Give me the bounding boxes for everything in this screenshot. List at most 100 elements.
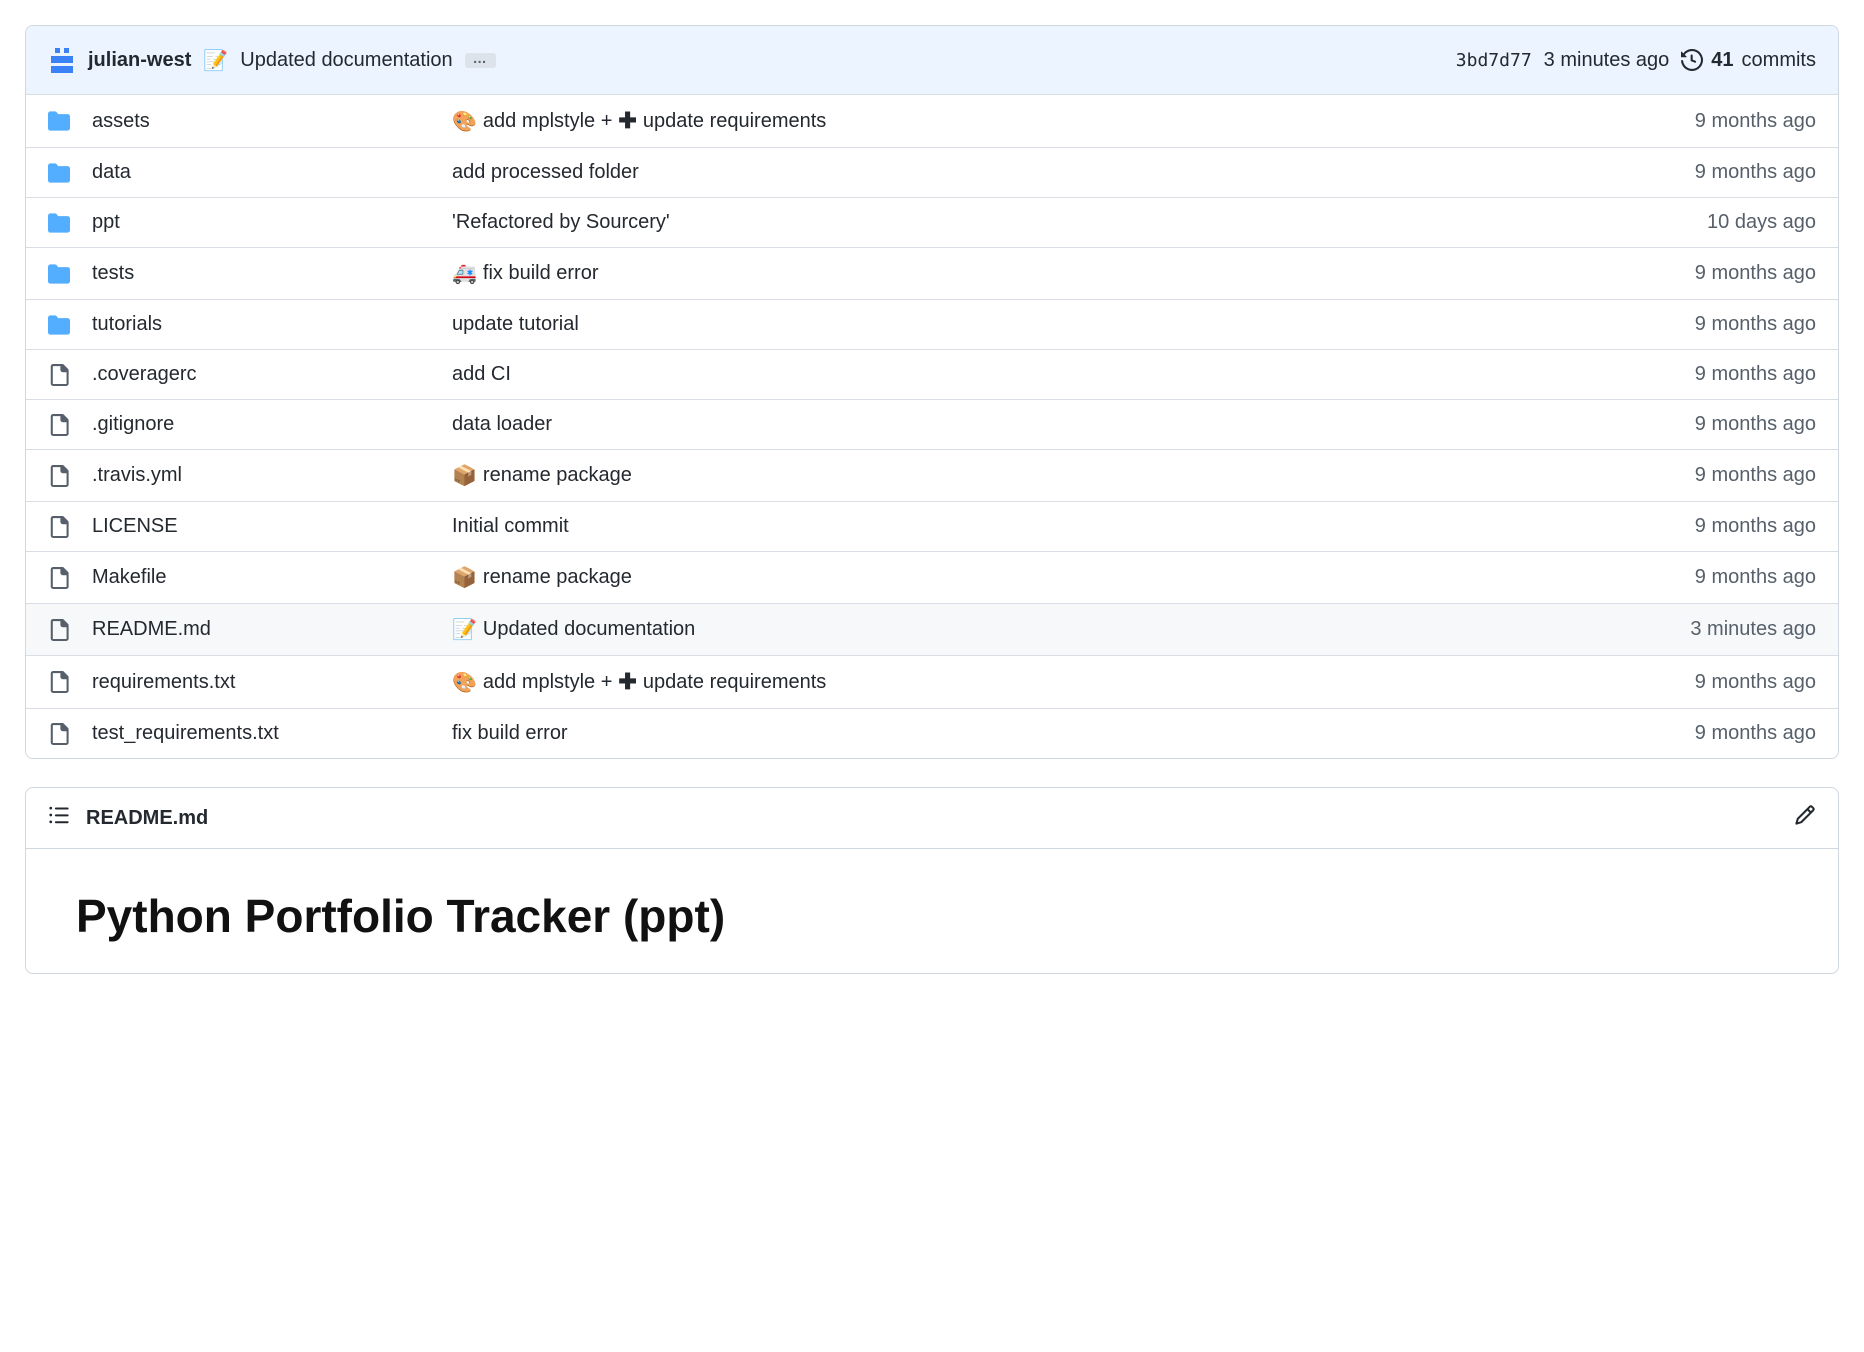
commit-message-text: add mplstyle +	[483, 110, 613, 133]
readme-header: README.md	[26, 788, 1838, 849]
commit-message-link[interactable]: data loader	[452, 413, 1596, 436]
pencil-icon	[1794, 804, 1816, 826]
commit-message-text: add mplstyle +	[483, 671, 613, 694]
commit-message-link[interactable]: update tutorial	[452, 313, 1596, 336]
commit-emoji: 📝	[203, 48, 228, 73]
file-name-link[interactable]: LICENSE	[92, 515, 452, 538]
file-icon	[48, 723, 92, 745]
commit-message-text: Initial commit	[452, 515, 569, 538]
commit-time[interactable]: 3 minutes ago	[1544, 49, 1670, 72]
commit-message-link[interactable]: 🎨 add mplstyle + ✚ update requirements	[452, 669, 1596, 695]
file-time: 9 months ago	[1596, 515, 1816, 538]
commit-emoji: 🚑	[452, 261, 477, 286]
commit-emoji: 📦	[452, 565, 477, 590]
folder-icon	[48, 212, 92, 234]
file-icon	[48, 414, 92, 436]
file-icon	[48, 516, 92, 538]
commit-sha[interactable]: 3bd7d77	[1456, 50, 1532, 71]
file-name-link[interactable]: requirements.txt	[92, 671, 452, 694]
author-link[interactable]: julian-west	[88, 49, 191, 72]
commit-message-text: 'Refactored by Sourcery'	[452, 211, 670, 234]
file-name-link[interactable]: assets	[92, 110, 452, 133]
commit-message-text: rename package	[483, 464, 632, 487]
file-name-link[interactable]: data	[92, 161, 452, 184]
latest-commit-message[interactable]: Updated documentation	[240, 49, 452, 72]
folder-icon	[48, 110, 92, 132]
commit-message-link[interactable]: 📝 Updated documentation	[452, 617, 1596, 642]
commit-message-text: Updated documentation	[483, 618, 695, 641]
commit-message-text: fix build error	[452, 722, 568, 745]
file-time: 9 months ago	[1596, 363, 1816, 386]
commit-message-link[interactable]: 'Refactored by Sourcery'	[452, 211, 1596, 234]
file-icon	[48, 364, 92, 386]
file-row: .coveragercadd CI 9 months ago	[26, 349, 1838, 399]
plus-icon: ✚	[618, 108, 636, 134]
file-time: 3 minutes ago	[1596, 618, 1816, 641]
commits-link[interactable]: 41 commits	[1681, 49, 1816, 72]
commit-message-link[interactable]: Initial commit	[452, 515, 1596, 538]
commit-message-text: update tutorial	[452, 313, 579, 336]
file-icon	[48, 567, 92, 589]
file-time: 9 months ago	[1596, 262, 1816, 285]
file-time: 9 months ago	[1596, 722, 1816, 745]
commit-emoji: 🎨	[452, 109, 477, 134]
commit-message-link[interactable]: add CI	[452, 363, 1596, 386]
folder-icon	[48, 314, 92, 336]
commit-message-text: update requirements	[643, 671, 826, 694]
file-listing-box: julian-west 📝 Updated documentation … 3b…	[25, 25, 1839, 759]
commit-message-link[interactable]: 📦 rename package	[452, 463, 1596, 488]
file-row: LICENSEInitial commit 9 months ago	[26, 501, 1838, 551]
file-row: tests🚑 fix build error9 months ago	[26, 247, 1838, 299]
commit-message-text: fix build error	[483, 262, 599, 285]
file-icon	[48, 619, 92, 641]
file-row: assets🎨 add mplstyle + ✚ update requirem…	[26, 94, 1838, 147]
readme-body: Python Portfolio Tracker (ppt)	[26, 849, 1838, 973]
file-row: dataadd processed folder 9 months ago	[26, 147, 1838, 197]
edit-readme-button[interactable]	[1794, 804, 1816, 832]
file-name-link[interactable]: .coveragerc	[92, 363, 452, 386]
commit-message-expand-button[interactable]: …	[465, 53, 496, 68]
commit-message-text: add CI	[452, 363, 511, 386]
commit-emoji: 🎨	[452, 670, 477, 695]
file-time: 9 months ago	[1596, 110, 1816, 133]
commit-emoji: 📝	[452, 617, 477, 642]
file-icon	[48, 465, 92, 487]
commit-message-link[interactable]: 📦 rename package	[452, 565, 1596, 590]
file-name-link[interactable]: .gitignore	[92, 413, 452, 436]
file-name-link[interactable]: tests	[92, 262, 452, 285]
commit-message-link[interactable]: 🚑 fix build error	[452, 261, 1596, 286]
file-row: Makefile📦 rename package9 months ago	[26, 551, 1838, 603]
commit-count: 41	[1711, 49, 1733, 72]
readme-heading: Python Portfolio Tracker (ppt)	[76, 889, 1788, 943]
commit-message-text: add processed folder	[452, 161, 639, 184]
plus-icon: ✚	[618, 669, 636, 695]
file-row: test_requirements.txtfix build error 9 mo…	[26, 708, 1838, 758]
file-rows-container: assets🎨 add mplstyle + ✚ update requirem…	[26, 94, 1838, 758]
file-name-link[interactable]: ppt	[92, 211, 452, 234]
file-time: 10 days ago	[1596, 211, 1816, 234]
commit-message-link[interactable]: add processed folder	[452, 161, 1596, 184]
list-icon[interactable]	[48, 804, 70, 832]
commit-message-link[interactable]: fix build error	[452, 722, 1596, 745]
file-time: 9 months ago	[1596, 671, 1816, 694]
file-name-link[interactable]: test_requirements.txt	[92, 722, 452, 745]
file-name-link[interactable]: README.md	[92, 618, 452, 641]
author-avatar[interactable]	[48, 46, 76, 74]
readme-filename[interactable]: README.md	[86, 807, 208, 830]
file-name-link[interactable]: tutorials	[92, 313, 452, 336]
latest-commit-header: julian-west 📝 Updated documentation … 3b…	[26, 26, 1838, 94]
file-time: 9 months ago	[1596, 413, 1816, 436]
readme-box: README.md Python Portfolio Tracker (ppt)	[25, 787, 1839, 974]
commits-label: commits	[1742, 49, 1816, 72]
file-row: .travis.yml📦 rename package9 months ago	[26, 449, 1838, 501]
file-time: 9 months ago	[1596, 566, 1816, 589]
file-name-link[interactable]: Makefile	[92, 566, 452, 589]
file-row: README.md📝 Updated documentation3 minute…	[26, 603, 1838, 655]
file-name-link[interactable]: .travis.yml	[92, 464, 452, 487]
file-row: .gitignoredata loader 9 months ago	[26, 399, 1838, 449]
commit-message-link[interactable]: 🎨 add mplstyle + ✚ update requirements	[452, 108, 1596, 134]
history-icon	[1681, 49, 1703, 71]
file-time: 9 months ago	[1596, 464, 1816, 487]
commit-message-text: data loader	[452, 413, 552, 436]
file-time: 9 months ago	[1596, 161, 1816, 184]
